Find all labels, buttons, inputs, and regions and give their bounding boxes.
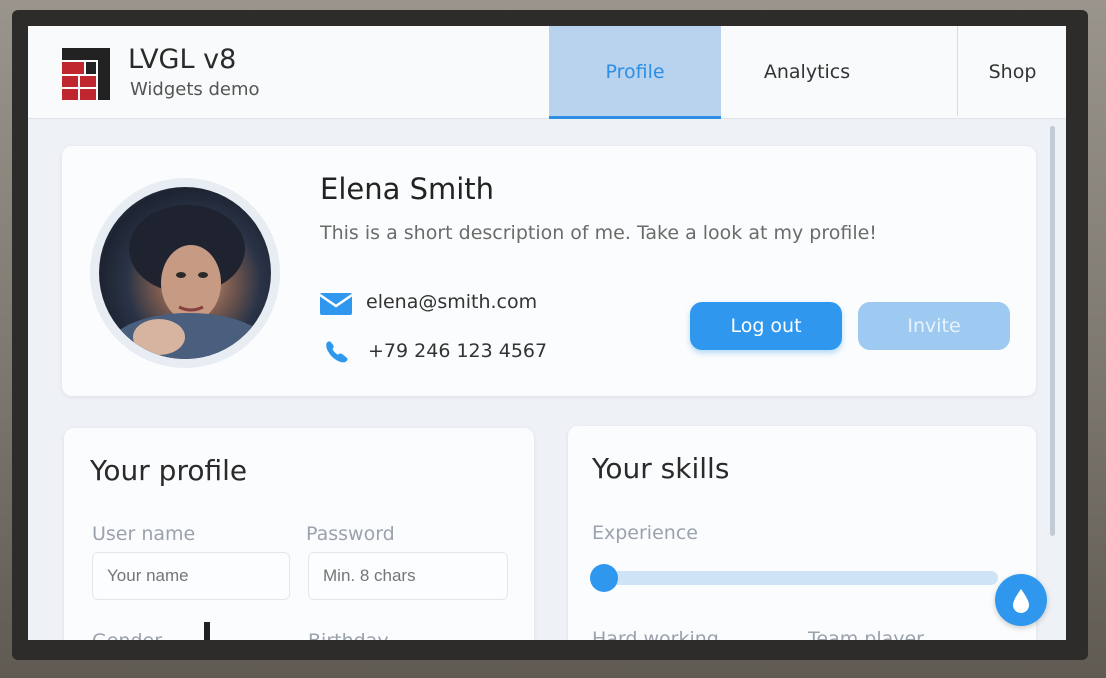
tab-profile[interactable]: Profile [549, 26, 721, 119]
your-skills-title: Your skills [592, 452, 730, 485]
hard-working-label: Hard working [592, 628, 719, 640]
phone-icon [326, 341, 348, 363]
tab-shop[interactable]: Shop [957, 26, 1066, 116]
app-title: LVGL v8 [128, 44, 237, 75]
profile-description: This is a short description of me. Take … [320, 222, 877, 244]
app-subtitle: Widgets demo [130, 79, 260, 100]
avatar-photo [99, 187, 271, 359]
avatar [90, 178, 280, 368]
experience-label: Experience [592, 522, 698, 544]
envelope-icon [320, 293, 352, 315]
username-label: User name [92, 523, 196, 545]
password-input[interactable] [308, 552, 508, 600]
text-cursor [204, 622, 210, 640]
experience-slider-knob[interactable] [590, 564, 618, 592]
scrollbar[interactable] [1050, 126, 1055, 536]
profile-name: Elena Smith [320, 172, 495, 206]
drop-icon [1013, 589, 1029, 613]
username-input[interactable] [92, 552, 290, 600]
lvgl-logo [62, 48, 110, 100]
team-player-label: Team player [808, 628, 924, 640]
birthday-label: Birthday [308, 630, 389, 640]
profile-phone: +79 246 123 4567 [368, 340, 548, 362]
invite-button[interactable]: Invite [858, 302, 1010, 350]
screen: LVGL v8 Widgets demo Profile Analytics S… [28, 26, 1066, 640]
theme-fab-button[interactable] [995, 574, 1047, 626]
gender-label: Gender [92, 630, 162, 640]
experience-slider-track[interactable] [598, 571, 998, 585]
logout-button[interactable]: Log out [690, 302, 842, 350]
password-label: Password [306, 523, 395, 545]
tab-analytics[interactable]: Analytics [721, 26, 893, 116]
profile-email: elena@smith.com [366, 291, 538, 313]
your-profile-title: Your profile [90, 454, 248, 487]
header: LVGL v8 Widgets demo Profile Analytics S… [28, 26, 1066, 119]
